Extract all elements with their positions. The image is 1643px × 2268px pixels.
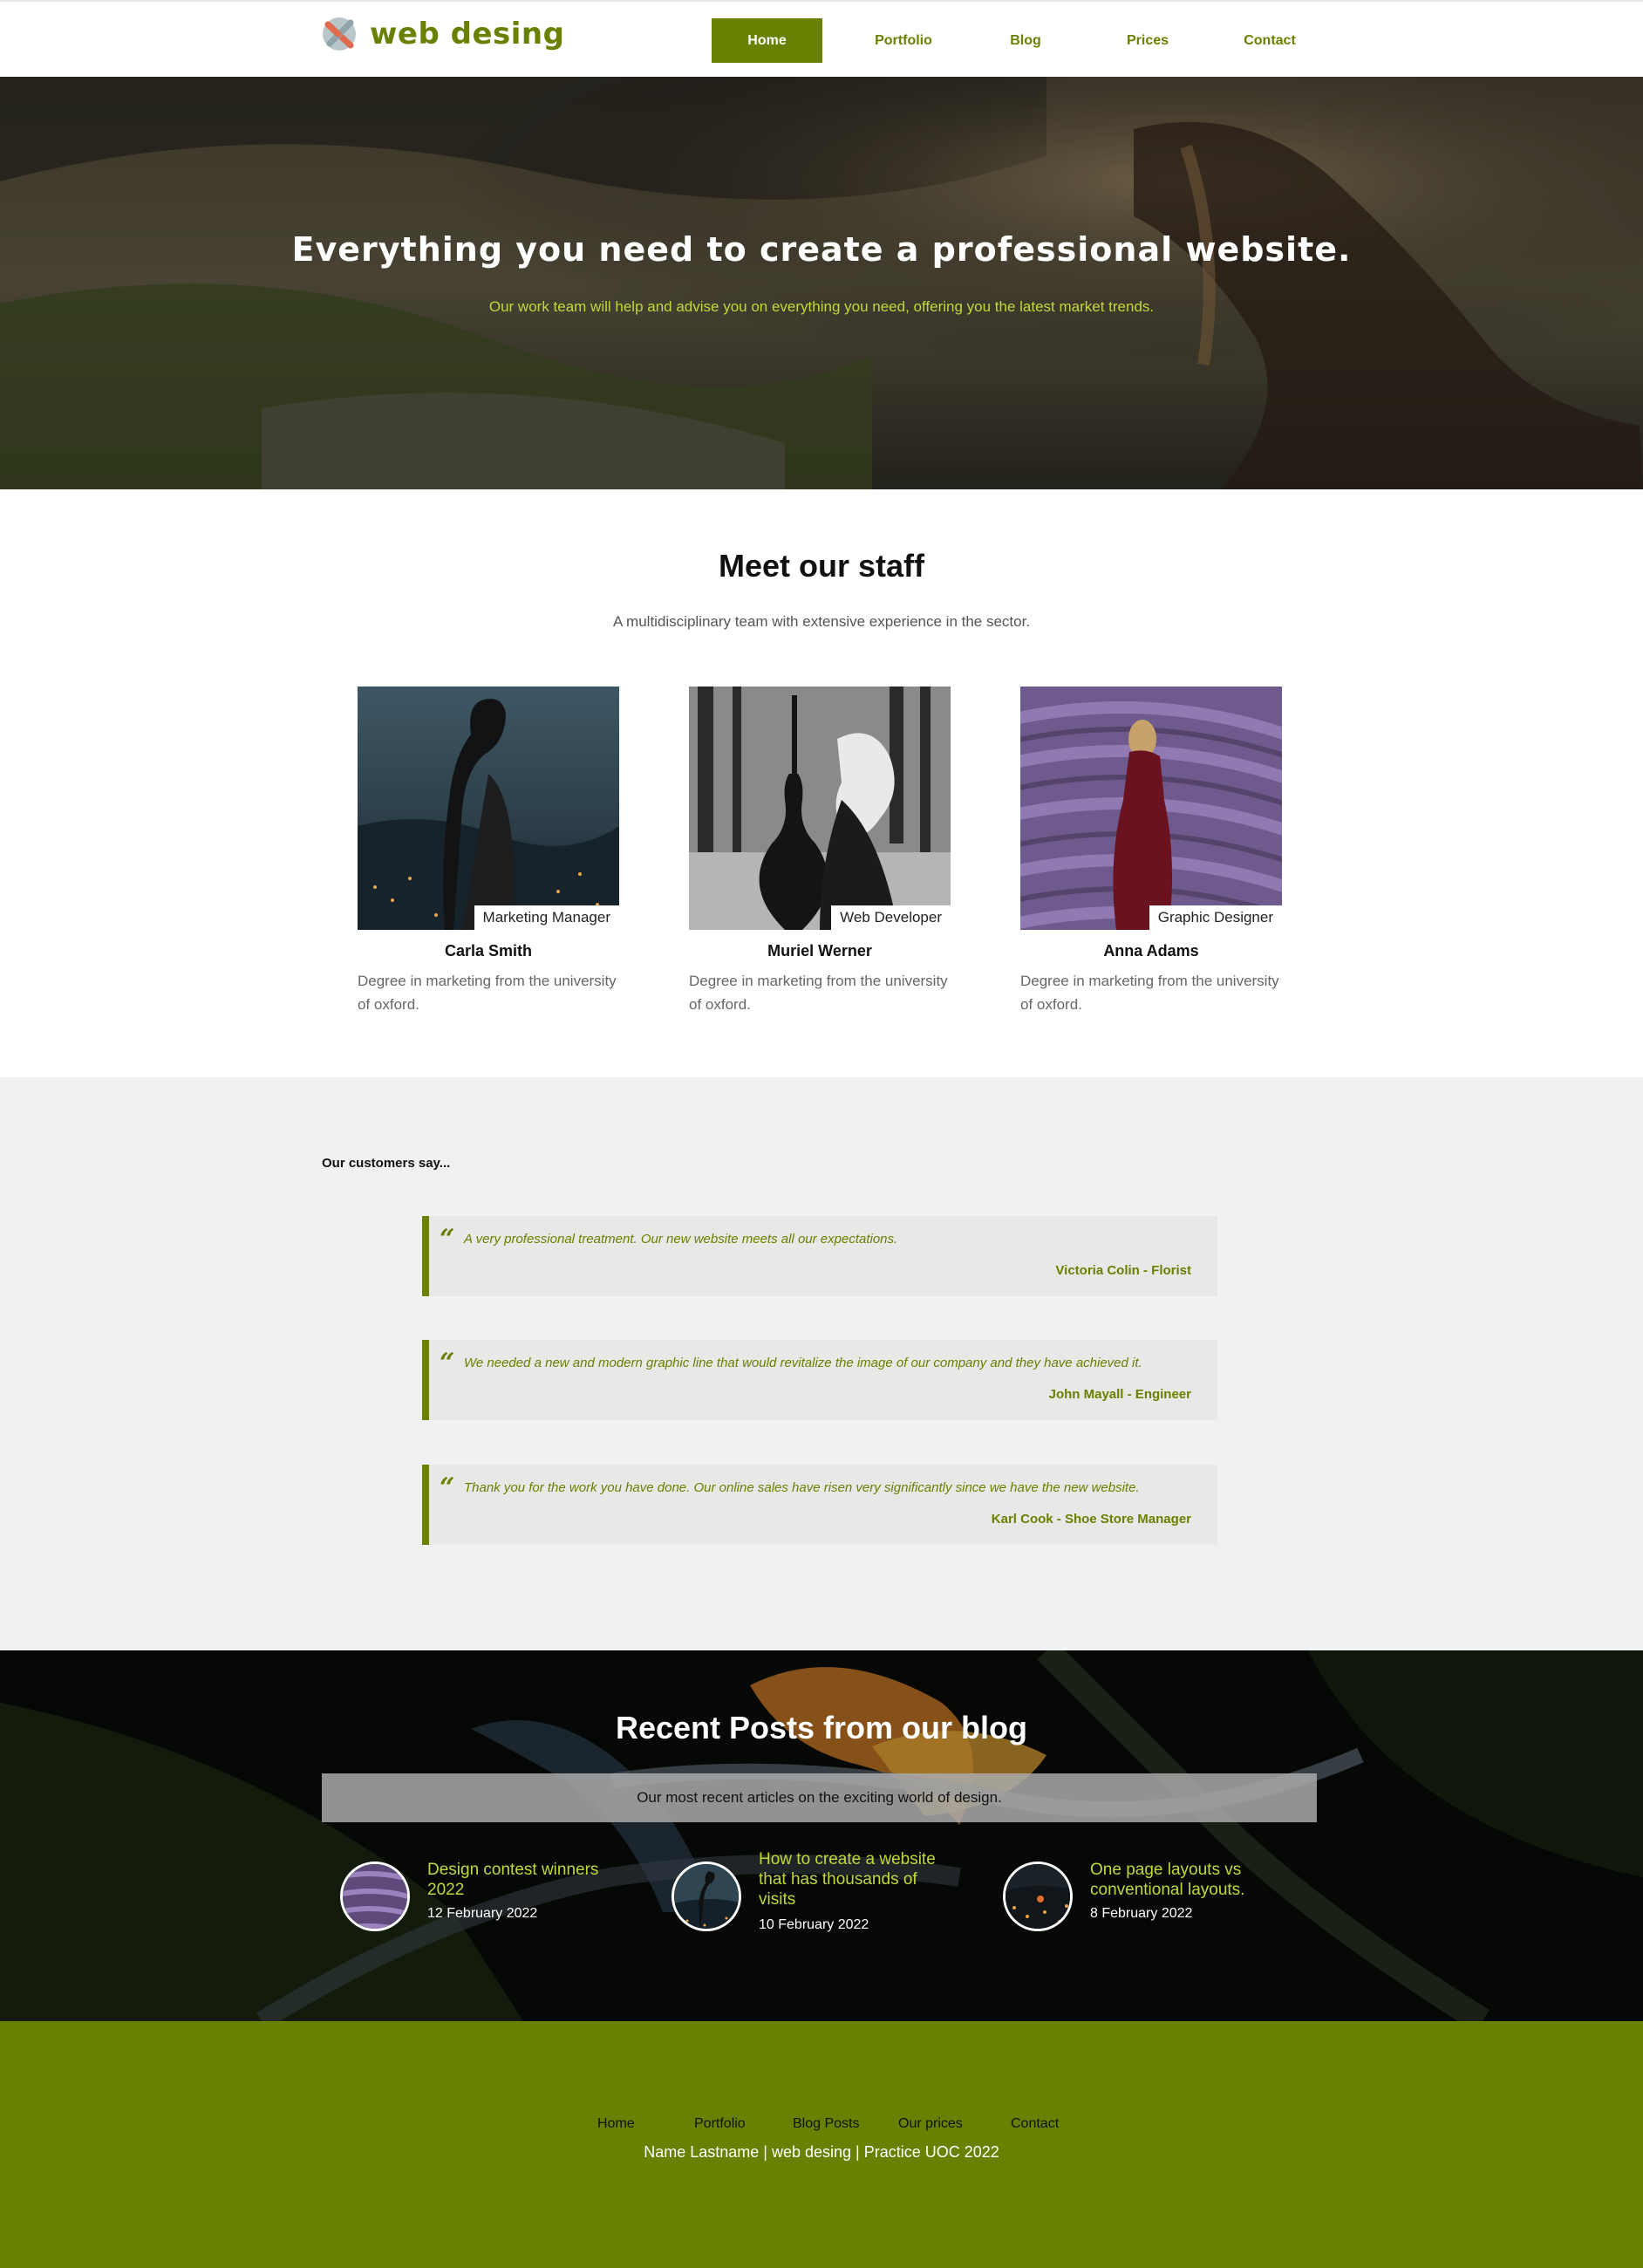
quote-icon: “	[440, 1224, 455, 1254]
nav-prices[interactable]: Prices	[1087, 18, 1209, 63]
testimonial-quote: Thank you for the work you have done. Ou…	[464, 1480, 1140, 1495]
blog-post-thumbnail[interactable]	[1003, 1862, 1073, 1931]
staff-section-subtitle: A multidisciplinary team with extensive …	[612, 613, 1031, 630]
nav-contact[interactable]: Contact	[1209, 18, 1331, 63]
staff-role-badge: Web Developer	[831, 905, 951, 930]
staff-description: Degree in marketing from the university …	[1020, 973, 1279, 1013]
staff-photo-muriel: Web Developer	[689, 687, 951, 930]
blog-section: Recent Posts from our blog Our most rece…	[0, 1650, 1643, 2021]
site-footer: Home Portfolio Blog Posts Our prices Con…	[0, 2021, 1643, 2268]
blog-section-title: Recent Posts from our blog	[615, 1710, 1028, 1745]
site-logo[interactable]: web desing	[321, 16, 564, 52]
quote-icon: “	[440, 1348, 455, 1378]
staff-name: Muriel Werner	[767, 942, 872, 960]
testimonials-title: Our customers say...	[322, 1156, 451, 1171]
testimonial-author: Karl Cook - Shoe Store Manager	[991, 1512, 1191, 1527]
staff-card-muriel: Web Developer Muriel Werner Degree in ma…	[689, 687, 951, 1016]
blog-post[interactable]: Design contest winners 2022 12 February …	[323, 1856, 610, 1935]
blog-post-title[interactable]: Design contest winners 2022	[427, 1860, 610, 1900]
site-header: web desing Home Portfolio Blog Prices Co…	[0, 0, 1643, 77]
quote-icon: “	[440, 1472, 455, 1503]
hero-title: Everything you need to create a professi…	[291, 230, 1352, 269]
staff-description: Degree in marketing from the university …	[689, 973, 948, 1013]
staff-name: Carla Smith	[444, 942, 533, 960]
blog-post-date: 12 February 2022	[427, 1906, 538, 1921]
staff-description: Degree in marketing from the university …	[358, 973, 617, 1013]
footer-credit: Name Lastname | web desing | Practice UO…	[644, 2143, 999, 2161]
staff-name: Anna Adams	[1103, 942, 1199, 960]
blog-post-title[interactable]: One page layouts vs conventional layouts…	[1090, 1860, 1273, 1900]
footer-link-prices[interactable]: Our prices	[898, 2116, 963, 2132]
footer-link-home[interactable]: Home	[597, 2116, 635, 2132]
testimonials-section: Our customers say... “ A very profession…	[0, 1077, 1643, 1650]
nav-portfolio[interactable]: Portfolio	[842, 18, 965, 63]
hero-banner: Everything you need to create a professi…	[0, 77, 1643, 489]
staff-photo-anna: Graphic Designer	[1020, 687, 1282, 930]
testimonial-card: “ A very professional treatment. Our new…	[422, 1216, 1217, 1296]
footer-link-contact[interactable]: Contact	[1011, 2116, 1059, 2132]
x-logo-icon	[323, 17, 356, 51]
blog-post-thumbnail[interactable]	[340, 1862, 410, 1931]
blog-post-date: 10 February 2022	[759, 1917, 869, 1932]
testimonial-author: Victoria Colin - Florist	[1055, 1263, 1191, 1278]
nav-blog[interactable]: Blog	[965, 18, 1087, 63]
nav-home[interactable]: Home	[712, 18, 822, 63]
staff-role-badge: Graphic Designer	[1149, 905, 1282, 930]
staff-role-badge: Marketing Manager	[474, 905, 619, 930]
logo-text: web desing	[370, 17, 565, 51]
blog-post[interactable]: How to create a website that has thousan…	[654, 1850, 942, 1935]
blog-post-date: 8 February 2022	[1090, 1906, 1193, 1921]
staff-section-title: Meet our staff	[718, 548, 925, 584]
blog-background-image	[0, 1650, 1643, 2021]
testimonial-card: “ Thank you for the work you have done. …	[422, 1465, 1217, 1545]
blog-post[interactable]: One page layouts vs conventional layouts…	[985, 1856, 1273, 1935]
testimonial-quote: A very professional treatment. Our new w…	[464, 1232, 898, 1247]
testimonial-card: “ We needed a new and modern graphic lin…	[422, 1340, 1217, 1420]
footer-link-portfolio[interactable]: Portfolio	[694, 2116, 746, 2132]
hero-subtitle: Our work team will help and advise you o…	[488, 298, 1155, 315]
testimonial-author: John Mayall - Engineer	[1048, 1387, 1191, 1402]
staff-photo-carla: Marketing Manager	[358, 687, 619, 930]
testimonial-quote: We needed a new and modern graphic line …	[464, 1356, 1142, 1370]
blog-post-thumbnail[interactable]	[672, 1862, 741, 1931]
blog-section-subtitle: Our most recent articles on the exciting…	[322, 1773, 1317, 1822]
staff-card-anna: Graphic Designer Anna Adams Degree in ma…	[1020, 687, 1282, 1016]
footer-link-blog-posts[interactable]: Blog Posts	[793, 2116, 859, 2132]
blog-post-title[interactable]: How to create a website that has thousan…	[759, 1849, 942, 1909]
hero-background-image	[0, 77, 1643, 489]
staff-card-carla: Marketing Manager Carla Smith Degree in …	[358, 687, 619, 1016]
